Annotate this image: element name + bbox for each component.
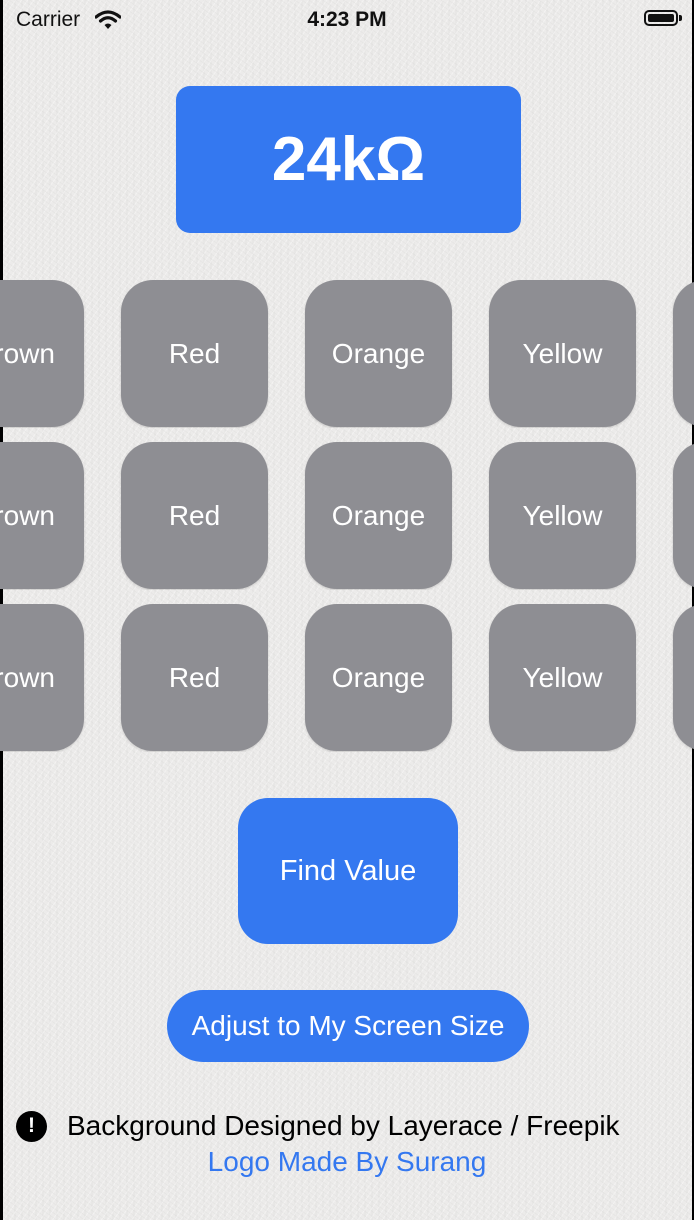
band-1-chip-orange[interactable]: Orange — [305, 280, 452, 427]
band-2-chip-green[interactable] — [673, 442, 694, 589]
band-1-picker[interactable]: Brown Red Orange Yellow — [0, 280, 694, 428]
band-1-chip-green[interactable] — [673, 280, 694, 427]
adjust-screen-size-button[interactable]: Adjust to My Screen Size — [167, 990, 529, 1062]
logo-credit-link[interactable]: Logo Made By Surang — [0, 1146, 694, 1178]
band-2-chip-yellow[interactable]: Yellow — [489, 442, 636, 589]
band-2-chip-orange[interactable]: Orange — [305, 442, 452, 589]
status-bar: Carrier 4:23 PM — [0, 0, 694, 44]
band-2-chip-red[interactable]: Red — [121, 442, 268, 589]
exclamation-circle-icon: ! — [16, 1110, 47, 1142]
battery-icon — [644, 10, 678, 26]
band-1-chip-brown[interactable]: Brown — [0, 280, 84, 427]
background-credit-text: Background Designed by Layerace / Freepi… — [67, 1110, 620, 1141]
band-3-chip-red[interactable]: Red — [121, 604, 268, 751]
background-credit: ! Background Designed by Layerace / Free… — [16, 1108, 620, 1144]
band-3-chip-yellow[interactable]: Yellow — [489, 604, 636, 751]
band-3-picker[interactable]: Brown Red Orange Yellow — [0, 604, 694, 752]
band-3-chip-orange[interactable]: Orange — [305, 604, 452, 751]
band-3-chip-green[interactable] — [673, 604, 694, 751]
band-2-chip-brown[interactable]: Brown — [0, 442, 84, 589]
band-3-chip-brown[interactable]: Brown — [0, 604, 84, 751]
battery-tip — [679, 15, 682, 21]
find-value-button[interactable]: Find Value — [238, 798, 458, 944]
band-2-picker[interactable]: Brown Red Orange Yellow — [0, 442, 694, 590]
band-1-chip-yellow[interactable]: Yellow — [489, 280, 636, 427]
resistance-result: 24kΩ — [176, 86, 521, 233]
band-1-chip-red[interactable]: Red — [121, 280, 268, 427]
status-time: 4:23 PM — [307, 8, 387, 31]
